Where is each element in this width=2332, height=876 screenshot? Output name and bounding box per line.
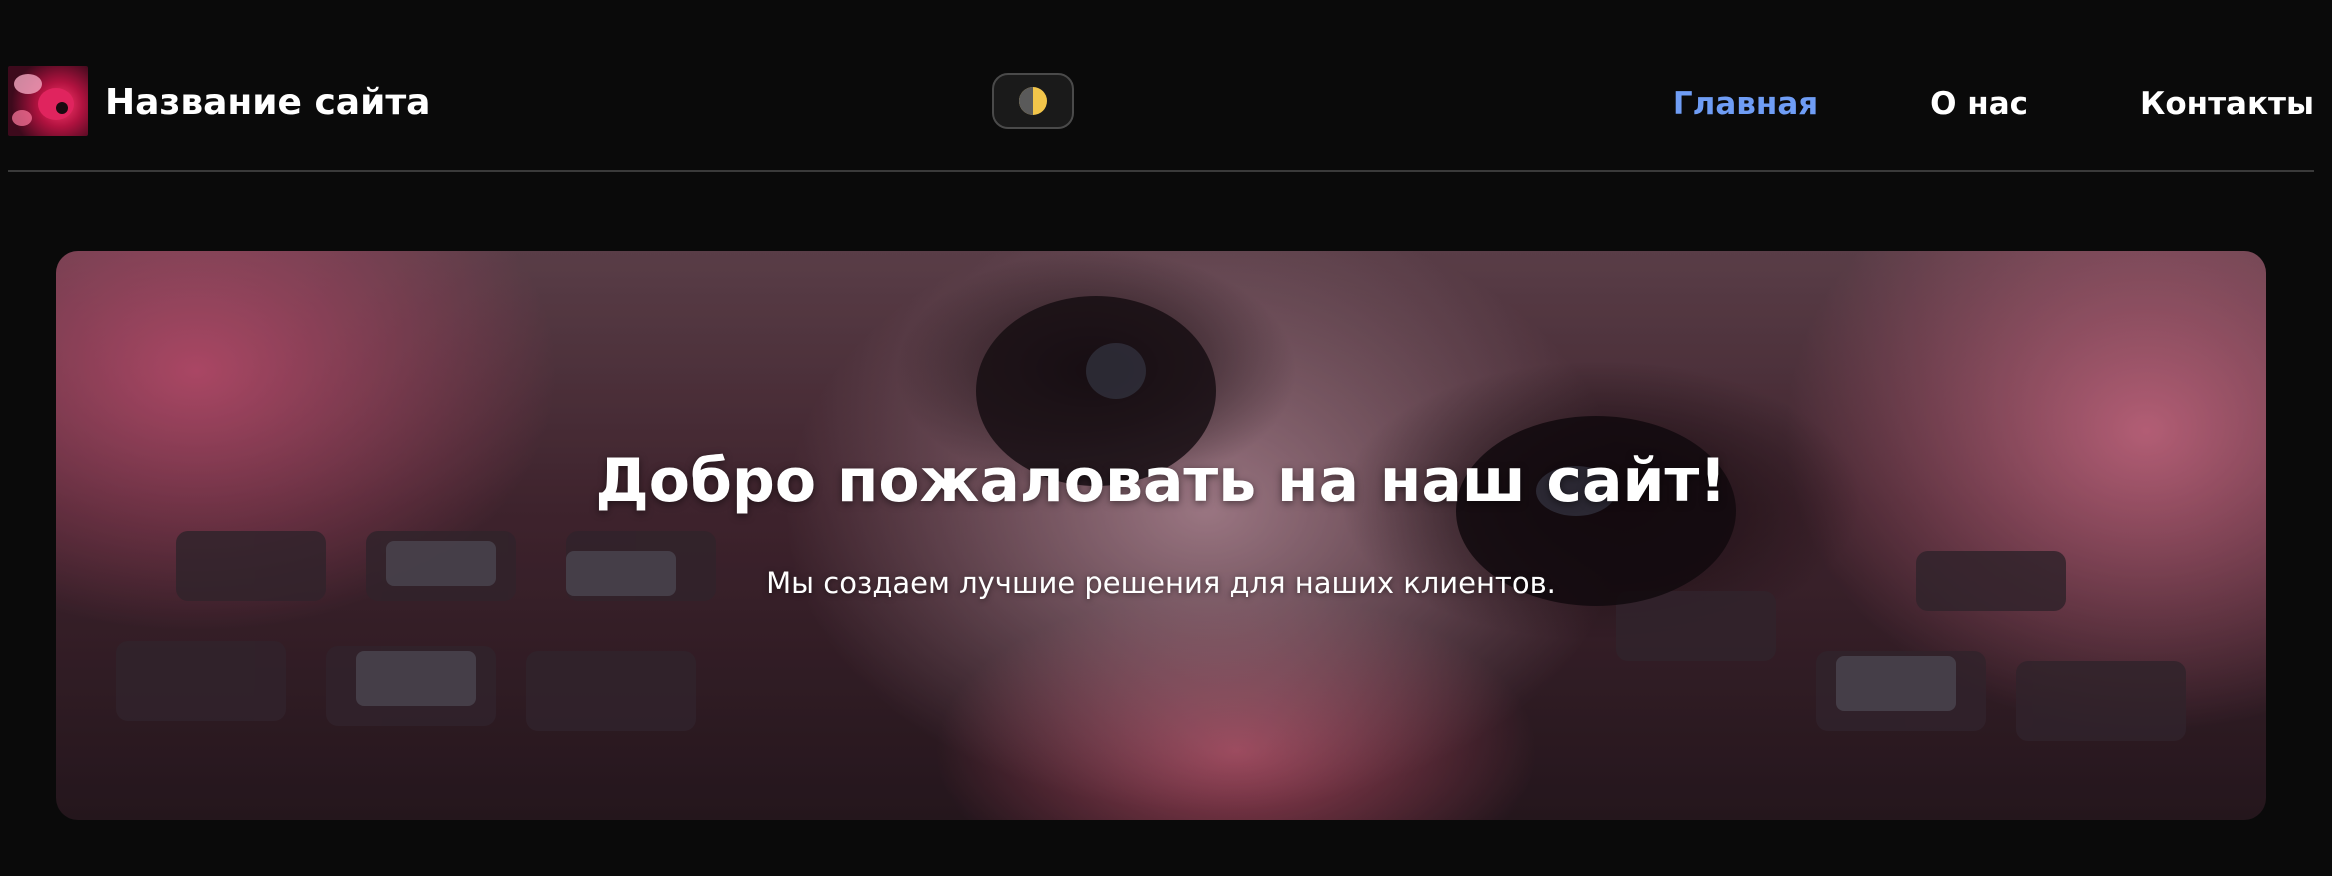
nav-link-about[interactable]: О нас	[1930, 82, 2028, 126]
half-moon-icon	[1019, 87, 1047, 115]
site-header: Название сайта Главная О нас Контакты	[8, 0, 2314, 172]
hero-subtitle: Мы создаем лучшие решения для наших клие…	[766, 566, 1556, 600]
site-title[interactable]: Название сайта	[105, 80, 430, 126]
nav-link-contacts[interactable]: Контакты	[2140, 82, 2314, 126]
cat-logo-icon[interactable]	[8, 66, 88, 136]
hero-banner: Добро пожаловать на наш сайт! Мы создаем…	[56, 251, 2266, 820]
nav-link-home[interactable]: Главная	[1673, 82, 1818, 126]
main-nav: Главная О нас Контакты	[1673, 82, 2314, 126]
hero-overlay	[56, 251, 2266, 820]
hero-title: Добро пожаловать на наш сайт!	[595, 446, 1727, 516]
theme-toggle-button[interactable]	[992, 73, 1074, 129]
